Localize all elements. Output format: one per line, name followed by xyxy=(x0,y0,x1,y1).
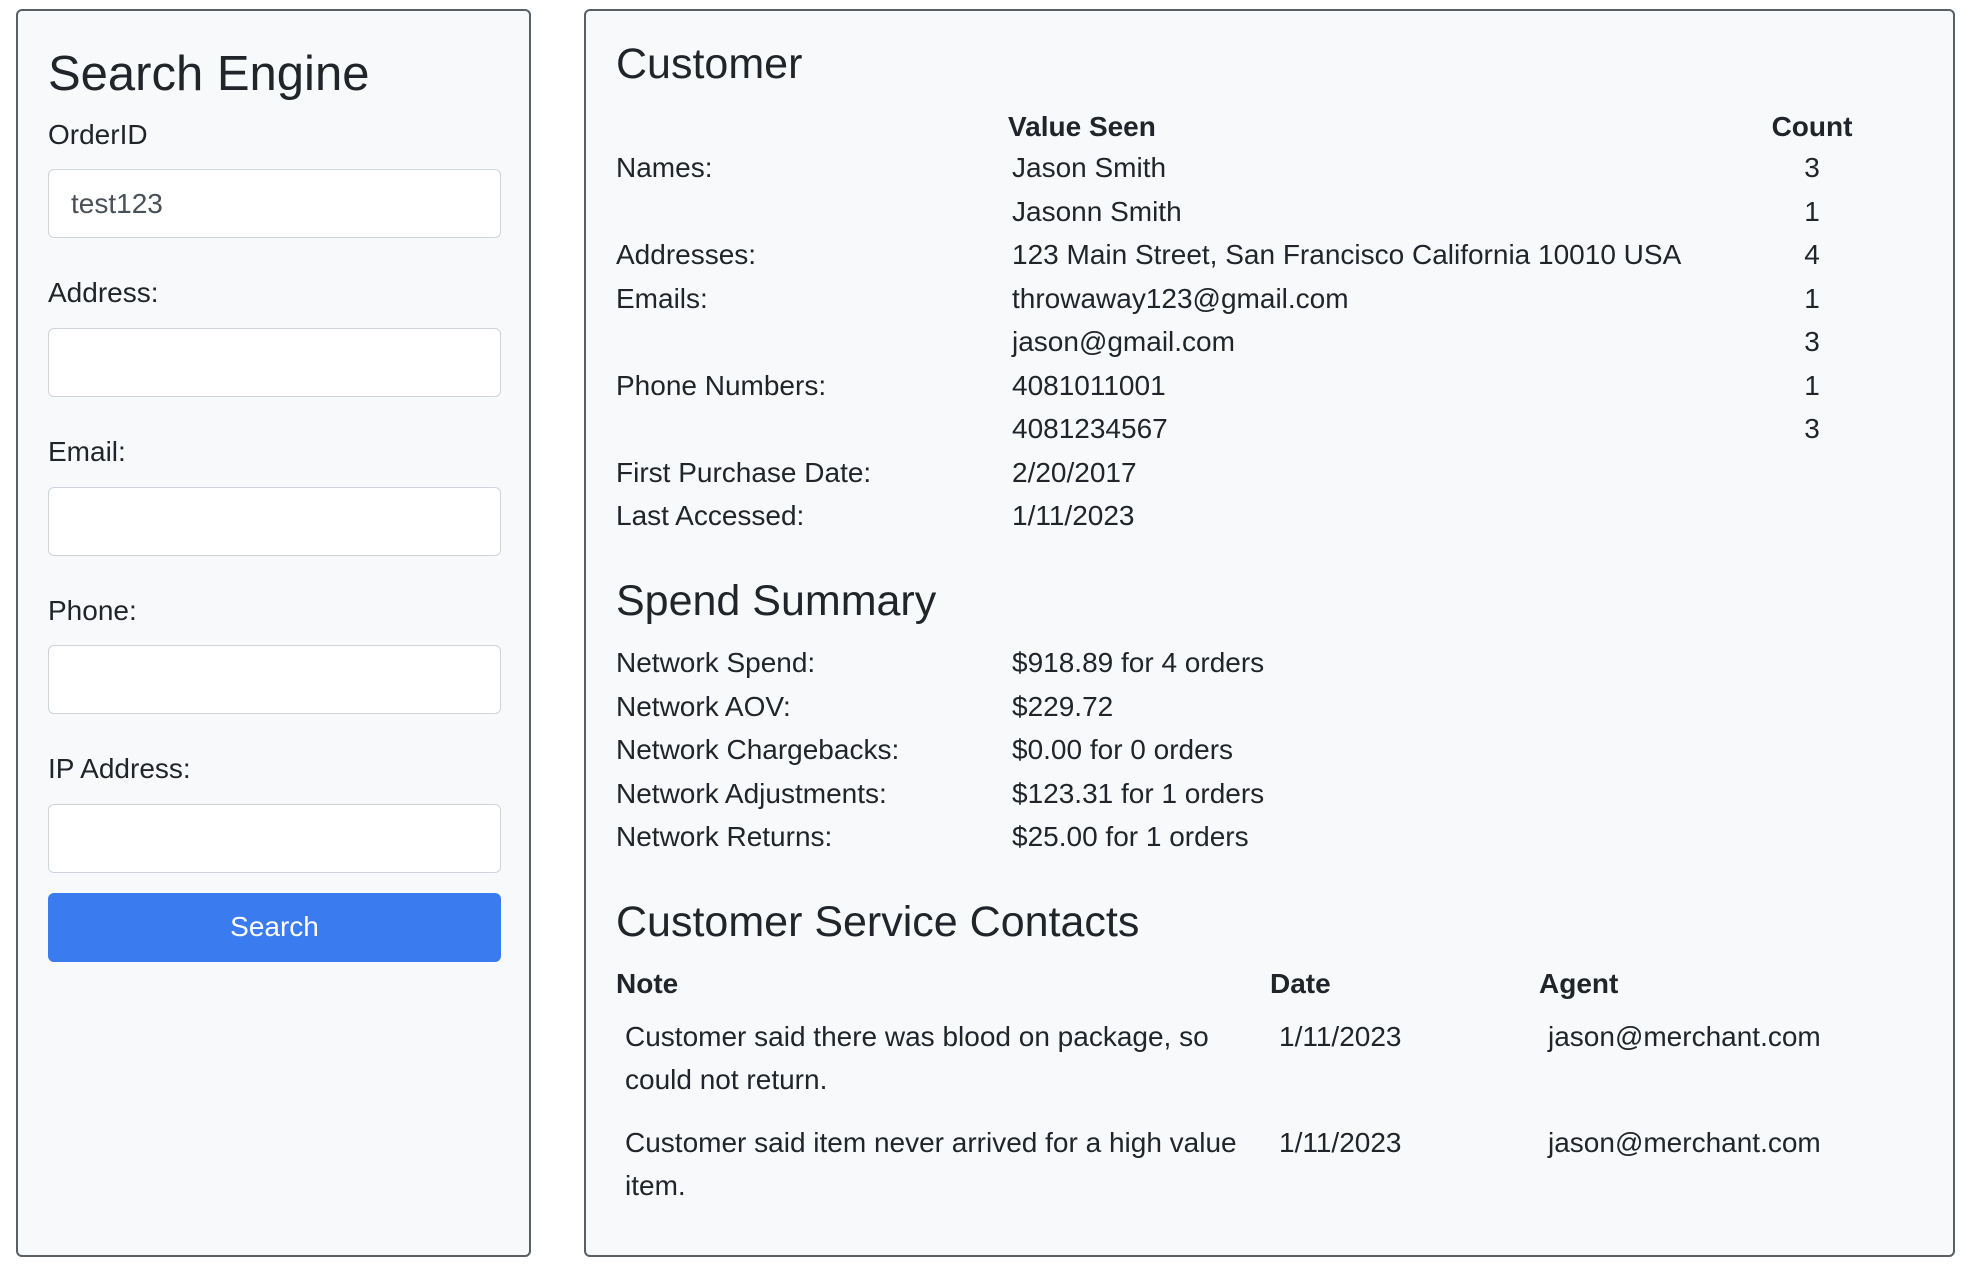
row-count: 3 xyxy=(1804,326,1820,358)
spend-label: Network Spend: xyxy=(616,647,816,679)
table-row: Network AOV: $229.72 xyxy=(616,685,1264,729)
spend-value: $918.89 for 4 orders xyxy=(1012,647,1265,679)
table-row: Phone Numbers: 4081011001 1 xyxy=(616,364,1872,408)
date-header: Date xyxy=(1270,967,1331,999)
order-id-input[interactable] xyxy=(48,169,501,239)
search-panel: Search Engine OrderID Address: Email: Ph… xyxy=(16,9,531,1257)
ip-address-label: IP Address: xyxy=(48,753,191,785)
table-row: Network Chargebacks: $0.00 for 0 orders xyxy=(616,729,1264,773)
contact-agent: jason@merchant.com xyxy=(1548,1020,1821,1052)
agent-header: Agent xyxy=(1539,967,1619,999)
address-input[interactable] xyxy=(48,327,501,397)
spend-value: $123.31 for 1 orders xyxy=(1012,777,1265,809)
phone-input[interactable] xyxy=(48,645,501,715)
table-row: Customer said item never arrived for a h… xyxy=(616,1111,1888,1217)
row-value: throwaway123@gmail.com xyxy=(1012,282,1349,314)
row-label xyxy=(616,190,1008,234)
contact-date: 1/11/2023 xyxy=(1279,1126,1402,1158)
row-label: Emails: xyxy=(616,282,708,314)
spend-label: Network Chargebacks: xyxy=(616,734,900,766)
row-value: 123 Main Street, San Francisco Californi… xyxy=(1012,239,1682,271)
table-row: Jasonn Smith 1 xyxy=(616,190,1872,234)
table-row: Emails: throwaway123@gmail.com 1 xyxy=(616,277,1872,321)
row-value: jason@gmail.com xyxy=(1012,326,1235,358)
table-row: Network Adjustments: $123.31 for 1 order… xyxy=(616,772,1264,816)
row-label xyxy=(616,408,1008,452)
table-row: Customer said there was blood on package… xyxy=(616,1005,1888,1111)
row-value: 4081234567 xyxy=(1012,413,1168,445)
spend-value: $229.72 xyxy=(1012,690,1114,722)
table-row: Names: Jason Smith 3 xyxy=(616,147,1872,191)
row-count: 3 xyxy=(1804,413,1820,445)
contacts-header-row: Note Date Agent xyxy=(616,963,1888,1005)
row-value: 4081011001 xyxy=(1012,369,1166,401)
table-row: Network Spend: $918.89 for 4 orders xyxy=(616,642,1264,686)
customer-header-blank xyxy=(616,107,1008,147)
row-value: Jason Smith xyxy=(1012,152,1167,184)
address-label: Address: xyxy=(48,277,159,309)
row-label: Phone Numbers: xyxy=(616,369,827,401)
search-engine-title: Search Engine xyxy=(48,47,370,101)
contact-agent: jason@merchant.com xyxy=(1548,1126,1821,1158)
contact-note: Customer said item never arrived for a h… xyxy=(625,1126,1237,1201)
results-panel: Customer Value Seen Count Names: Jason S… xyxy=(584,9,1955,1257)
table-row: 4081234567 3 xyxy=(616,408,1872,452)
customer-table: Value Seen Count Names: Jason Smith 3 Ja… xyxy=(616,107,1872,539)
phone-label: Phone: xyxy=(48,594,137,626)
spend-summary-table: Network Spend: $918.89 for 4 orders Netw… xyxy=(616,642,1264,860)
row-label: First Purchase Date: xyxy=(616,456,872,488)
spend-label: Network Adjustments: xyxy=(616,777,887,809)
count-header: Count xyxy=(1771,110,1853,142)
email-input[interactable] xyxy=(48,486,501,556)
spend-label: Network AOV: xyxy=(616,690,791,722)
row-count: 4 xyxy=(1804,239,1820,271)
table-row: First Purchase Date: 2/20/2017 xyxy=(616,451,1872,495)
contact-date: 1/11/2023 xyxy=(1279,1020,1402,1052)
spend-value: $0.00 for 0 orders xyxy=(1012,734,1234,766)
row-label: Names: xyxy=(616,152,713,184)
spend-label: Network Returns: xyxy=(616,821,833,853)
row-value: 2/20/2017 xyxy=(1012,456,1137,488)
row-count: 1 xyxy=(1804,195,1820,227)
row-label: Addresses: xyxy=(616,239,757,271)
search-button[interactable]: Search xyxy=(48,892,501,962)
table-row: Addresses: 123 Main Street, San Francisc… xyxy=(616,234,1872,278)
table-row: Network Returns: $25.00 for 1 orders xyxy=(616,816,1264,860)
row-value: 1/11/2023 xyxy=(1012,500,1135,532)
spend-summary-title: Spend Summary xyxy=(616,577,937,626)
customer-header-row: Value Seen Count xyxy=(616,107,1872,147)
value-seen-header: Value Seen xyxy=(1008,110,1156,142)
table-row: Last Accessed: 1/11/2023 xyxy=(616,495,1872,539)
note-header: Note xyxy=(616,967,679,999)
row-count: 3 xyxy=(1804,152,1820,184)
customer-title: Customer xyxy=(616,40,803,88)
row-count: 1 xyxy=(1804,369,1820,401)
row-count xyxy=(1752,495,1872,539)
ip-address-input[interactable] xyxy=(48,803,501,873)
email-label: Email: xyxy=(48,435,126,467)
row-value: Jasonn Smith xyxy=(1012,195,1182,227)
contacts-title: Customer Service Contacts xyxy=(616,898,1140,947)
row-label: Last Accessed: xyxy=(616,500,805,532)
row-count xyxy=(1752,451,1872,495)
spend-value: $25.00 for 1 orders xyxy=(1012,821,1249,853)
row-count: 1 xyxy=(1804,282,1820,314)
contact-note: Customer said there was blood on package… xyxy=(625,1020,1209,1095)
table-row: jason@gmail.com 3 xyxy=(616,321,1872,365)
order-id-label: OrderID xyxy=(48,118,148,150)
row-label xyxy=(616,321,1008,365)
contacts-table: Note Date Agent Customer said there was … xyxy=(616,963,1888,1217)
